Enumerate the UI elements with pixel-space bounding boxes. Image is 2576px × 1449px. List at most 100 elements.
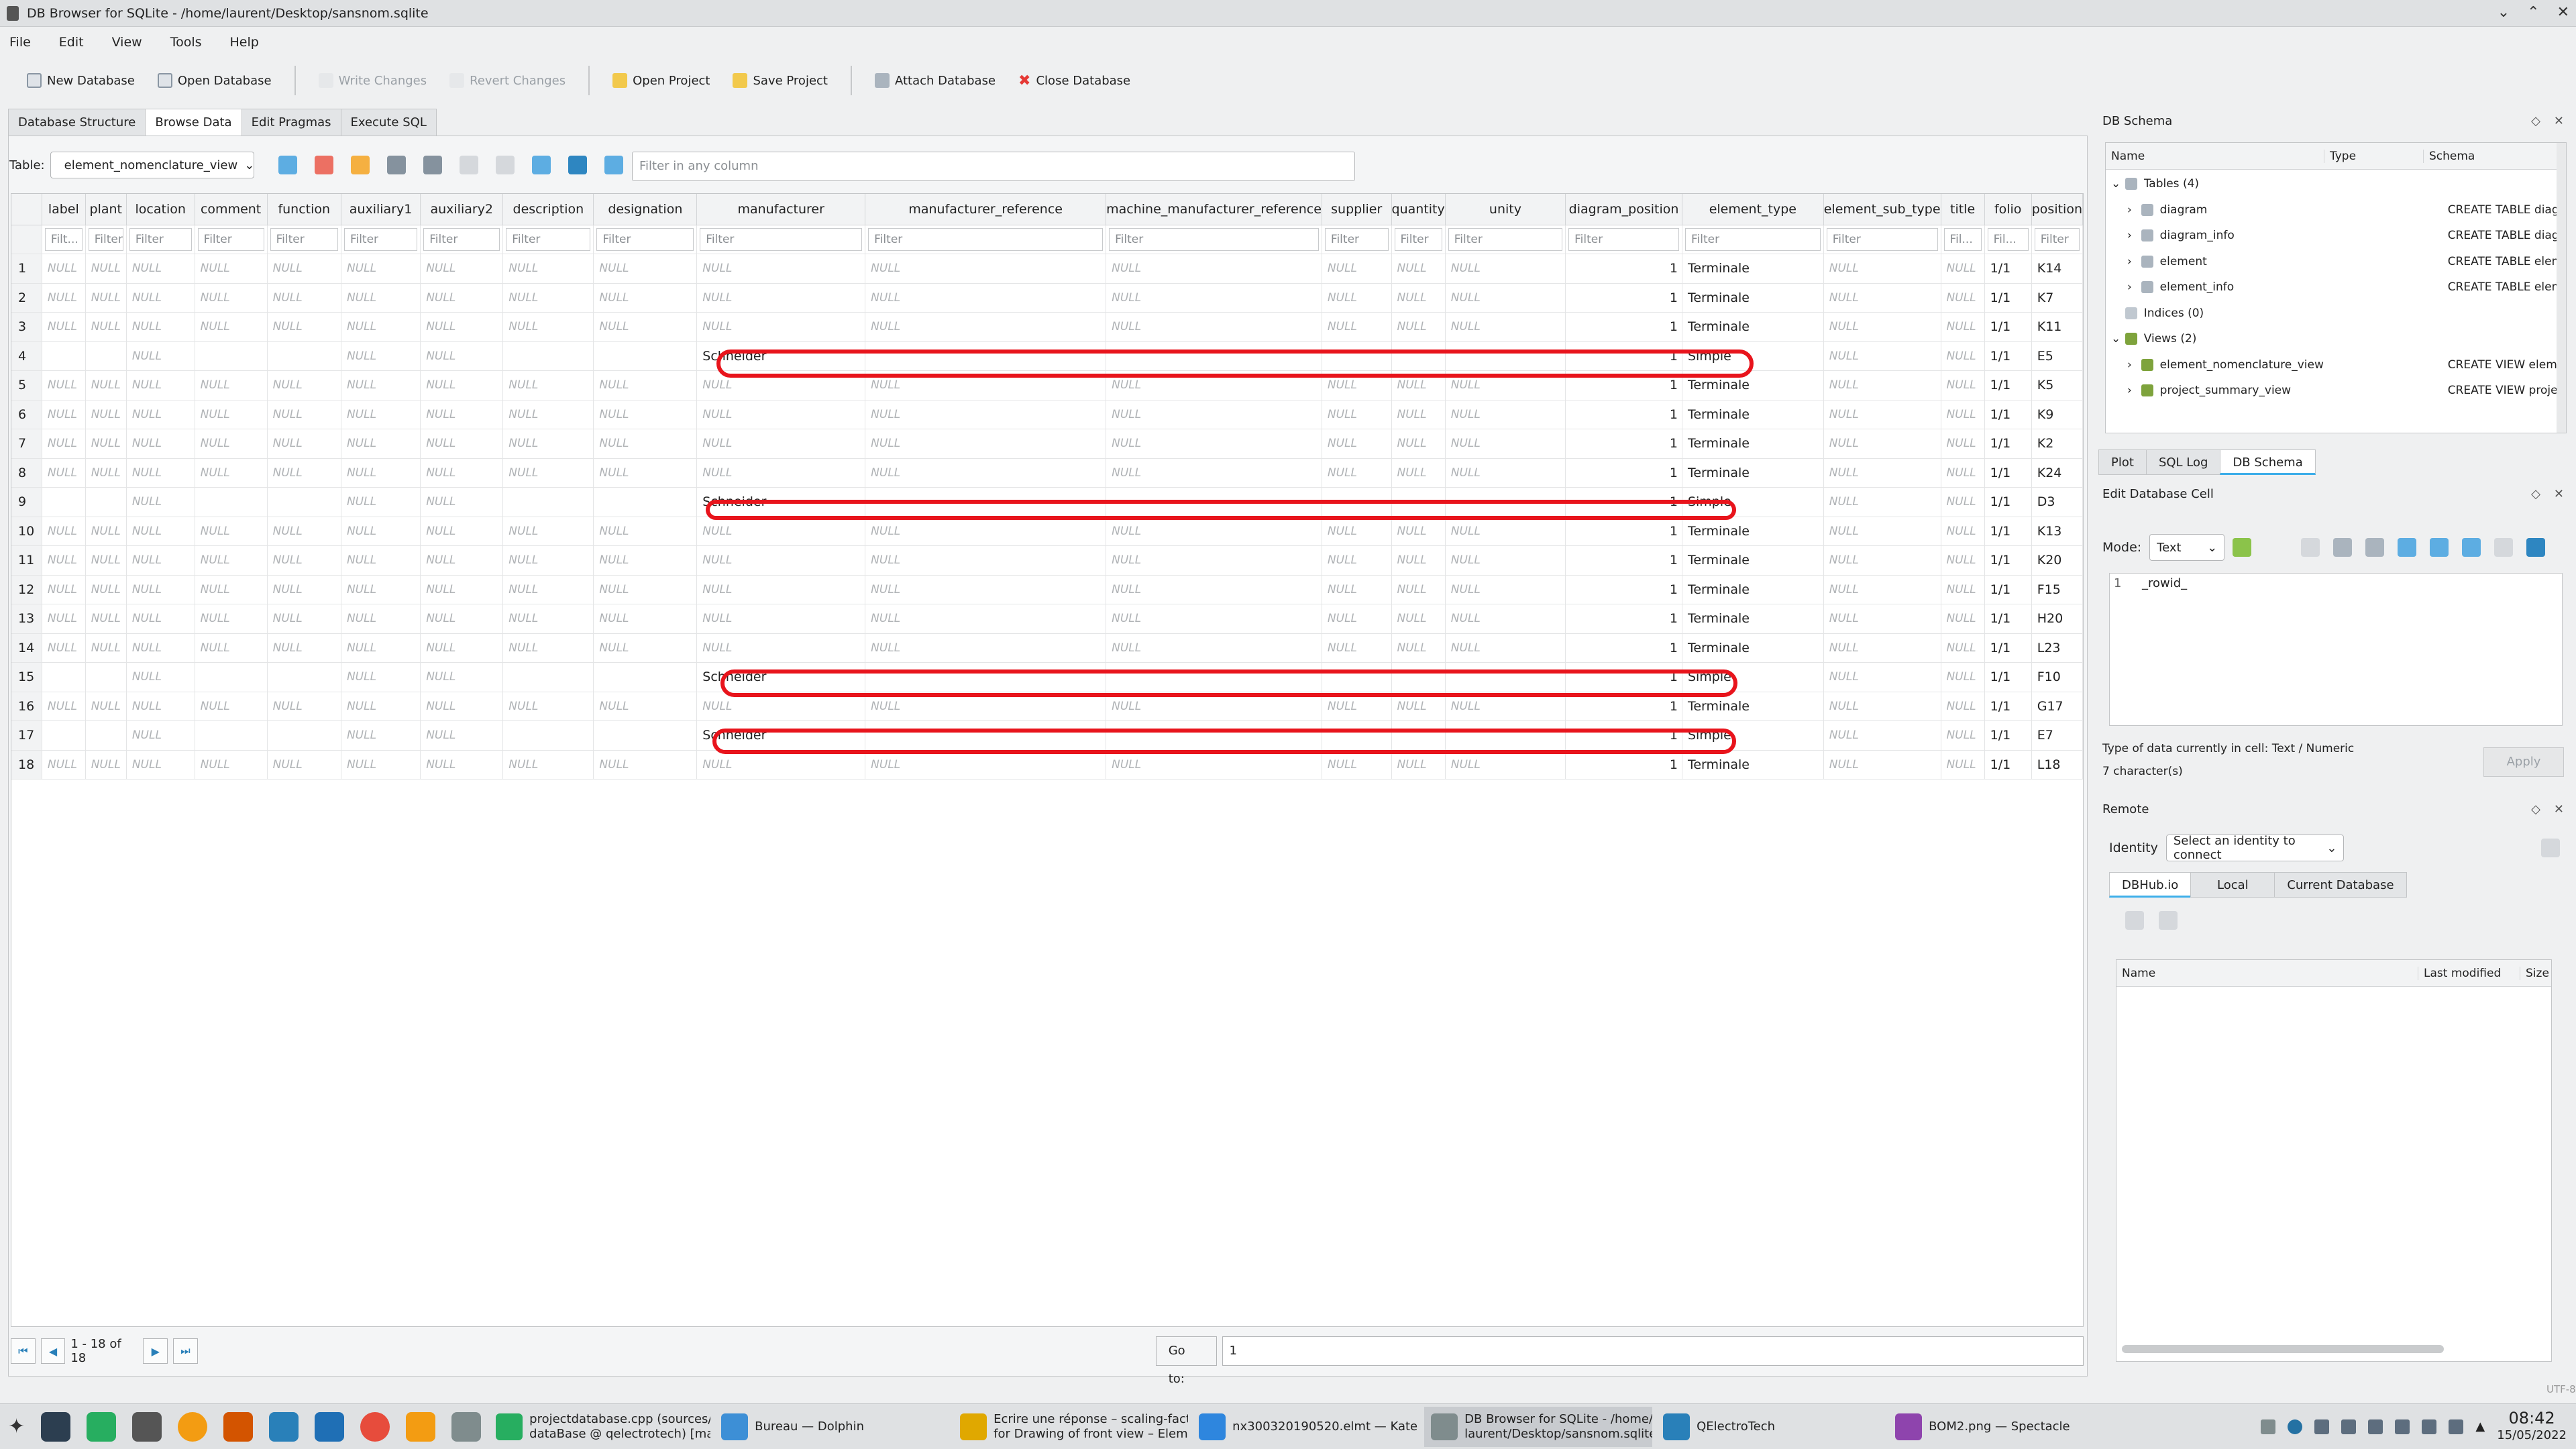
cell-diagram-position[interactable]: 1 — [1565, 254, 1682, 284]
cell-title[interactable]: NULL — [1941, 692, 1985, 721]
cell-quantity[interactable]: NULL — [1391, 545, 1446, 576]
cell-comment[interactable]: NULL — [195, 429, 268, 459]
cell-position[interactable]: E7 — [2031, 720, 2083, 751]
cell-comment[interactable] — [195, 720, 268, 751]
cell-quantity[interactable]: NULL — [1391, 312, 1446, 342]
table-row[interactable]: 13 NULL NULL NULL NULL NULL NULL NULL NULL NULL NU… — [11, 604, 2083, 634]
schema-tree-item[interactable]: › element_nomenclature_view CREATE VIEW el… — [2106, 352, 2558, 378]
cell-location[interactable]: NULL — [126, 487, 195, 517]
qtcreator-icon[interactable] — [87, 1411, 117, 1442]
tray-bluetooth-icon[interactable] — [2368, 1419, 2383, 1434]
tray-clipboard-icon[interactable] — [2395, 1419, 2410, 1434]
table-row[interactable]: 8 NULL NULL NULL NULL NULL NULL NULL NULL NULL NUL… — [11, 458, 2083, 488]
cell-label[interactable] — [42, 720, 86, 751]
column-header[interactable]: position — [2031, 194, 2083, 225]
cell-manufacturer[interactable]: NULL — [696, 254, 866, 284]
push-database-icon[interactable] — [2541, 839, 2560, 857]
cell-comment[interactable] — [195, 662, 268, 692]
open-database-button[interactable]: Open Database — [157, 73, 272, 88]
cell-title[interactable]: NULL — [1941, 517, 1985, 546]
word-wrap-icon[interactable] — [2301, 538, 2320, 557]
cell-supplier[interactable]: NULL — [1322, 633, 1392, 663]
cell-designation[interactable]: NULL — [593, 458, 698, 488]
cell-location[interactable]: NULL — [126, 341, 195, 371]
write-changes-button[interactable]: Write Changes — [318, 73, 427, 88]
cell-description[interactable]: NULL — [502, 633, 594, 663]
delete-record-icon[interactable] — [495, 156, 515, 174]
column-filter[interactable]: Filter — [1682, 225, 1824, 254]
cell-manufacturer-reference[interactable]: NULL — [865, 283, 1107, 313]
tab-local[interactable]: Local — [2190, 872, 2275, 898]
filter-input[interactable]: Filter — [270, 227, 338, 251]
cell-label[interactable]: NULL — [42, 575, 86, 604]
cell-supplier[interactable]: NULL — [1322, 429, 1392, 459]
cell-location[interactable]: NULL — [126, 458, 195, 488]
cell-auxiliary1[interactable]: NULL — [341, 458, 421, 488]
cell-title[interactable]: NULL — [1941, 429, 1985, 459]
cell-element-type[interactable]: Terminale — [1682, 400, 1824, 429]
filter-input[interactable]: Filter — [129, 227, 192, 251]
cell-function[interactable] — [267, 341, 341, 371]
float-icon[interactable]: ◇ — [2531, 114, 2540, 128]
cell-location[interactable]: NULL — [126, 633, 195, 663]
column-header[interactable]: folio — [1984, 194, 2032, 225]
column-filter[interactable]: Filter — [1445, 225, 1566, 254]
conditional-format-icon[interactable] — [604, 156, 623, 174]
cell-plant[interactable]: NULL — [85, 575, 127, 604]
orange-app-icon[interactable] — [178, 1411, 208, 1442]
auto-format-icon[interactable] — [2333, 538, 2353, 557]
cell-position[interactable]: K13 — [2031, 517, 2083, 546]
cell-position[interactable]: K5 — [2031, 370, 2083, 400]
chrome-icon[interactable] — [360, 1411, 390, 1442]
cell-unity[interactable]: NULL — [1445, 429, 1566, 459]
cell-designation[interactable]: NULL — [593, 633, 698, 663]
row-number[interactable]: 10 — [11, 517, 42, 546]
cell-function[interactable]: NULL — [267, 633, 341, 663]
table-row[interactable]: 7 NULL NULL NULL NULL NULL NULL NULL NULL NULL NUL… — [11, 429, 2083, 459]
cell-unity[interactable]: NULL — [1445, 604, 1566, 634]
column-header[interactable]: manufacturer — [696, 194, 866, 225]
cell-description[interactable] — [502, 662, 594, 692]
cell-element-sub-type[interactable]: NULL — [1823, 429, 1941, 459]
cell-auxiliary1[interactable]: NULL — [341, 575, 421, 604]
cell-element-type[interactable]: Terminale — [1682, 283, 1824, 313]
print-cell-icon[interactable] — [2526, 538, 2546, 557]
cell-manufacturer-reference[interactable]: NULL — [865, 633, 1107, 663]
cell-description[interactable] — [502, 720, 594, 751]
cell-auxiliary1[interactable]: NULL — [341, 370, 421, 400]
cell-auxiliary2[interactable]: NULL — [420, 458, 504, 488]
cell-label[interactable]: NULL — [42, 692, 86, 721]
cell-plant[interactable] — [85, 341, 127, 371]
cell-position[interactable]: K11 — [2031, 312, 2083, 342]
cell-folio[interactable]: 1/1 — [1984, 720, 2032, 751]
cell-manufacturer[interactable]: NULL — [696, 545, 866, 576]
cell-designation[interactable]: NULL — [593, 312, 698, 342]
tray-expand-icon[interactable]: ▲ — [2475, 1419, 2485, 1434]
filter-input[interactable]: Filter — [1826, 227, 1938, 251]
schema-tree-item[interactable]: › element CREATE TABLE element( — [2106, 249, 2558, 274]
table-row[interactable]: 18 NULL NULL NULL NULL NULL NULL NULL NULL NULL NU… — [11, 750, 2083, 780]
cell-quantity[interactable]: NULL — [1391, 633, 1446, 663]
column-header[interactable]: designation — [593, 194, 698, 225]
cell-designation[interactable] — [593, 341, 698, 371]
cell-supplier[interactable]: NULL — [1322, 750, 1392, 780]
cell-diagram-position[interactable]: 1 — [1565, 283, 1682, 313]
tab-db-schema[interactable]: DB Schema — [2220, 449, 2316, 475]
row-number[interactable]: 8 — [11, 458, 42, 488]
close-dock-icon[interactable]: ✕ — [2554, 114, 2564, 128]
cell-plant[interactable] — [85, 487, 127, 517]
filter-input[interactable]: Filter — [506, 227, 591, 251]
cell-quantity[interactable]: NULL — [1391, 458, 1446, 488]
cell-auxiliary2[interactable]: NULL — [420, 283, 504, 313]
column-header[interactable]: description — [502, 194, 594, 225]
column-header[interactable]: element_type — [1682, 194, 1824, 225]
cell-auxiliary1[interactable]: NULL — [341, 283, 421, 313]
filter-input[interactable]: Filter — [88, 227, 123, 251]
cell-auxiliary2[interactable]: NULL — [420, 633, 504, 663]
clear-sort-icon[interactable] — [350, 156, 370, 174]
cell-machine-manufacturer-reference[interactable]: NULL — [1106, 254, 1322, 284]
cell-unity[interactable]: NULL — [1445, 517, 1566, 546]
cell-plant[interactable]: NULL — [85, 254, 127, 284]
cell-designation[interactable]: NULL — [593, 517, 698, 546]
cell-title[interactable]: NULL — [1941, 545, 1985, 576]
